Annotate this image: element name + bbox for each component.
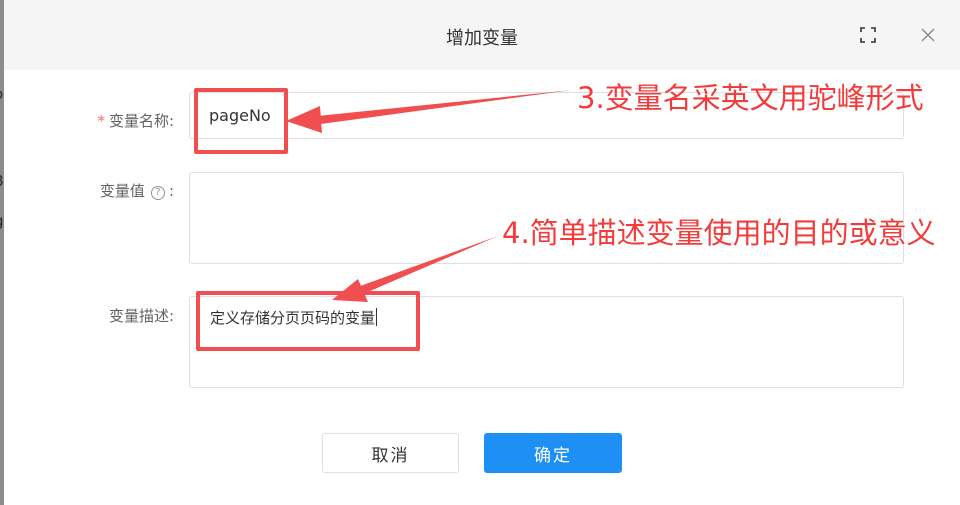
arrow-to-name-field bbox=[286, 90, 572, 133]
annotation-note-3: 3.变量名采英文用驼峰形式 bbox=[577, 81, 924, 115]
annotation-note-4: 4.简单描述变量使用的目的或意义 bbox=[502, 216, 936, 250]
arrow-to-description-field bbox=[332, 236, 498, 302]
